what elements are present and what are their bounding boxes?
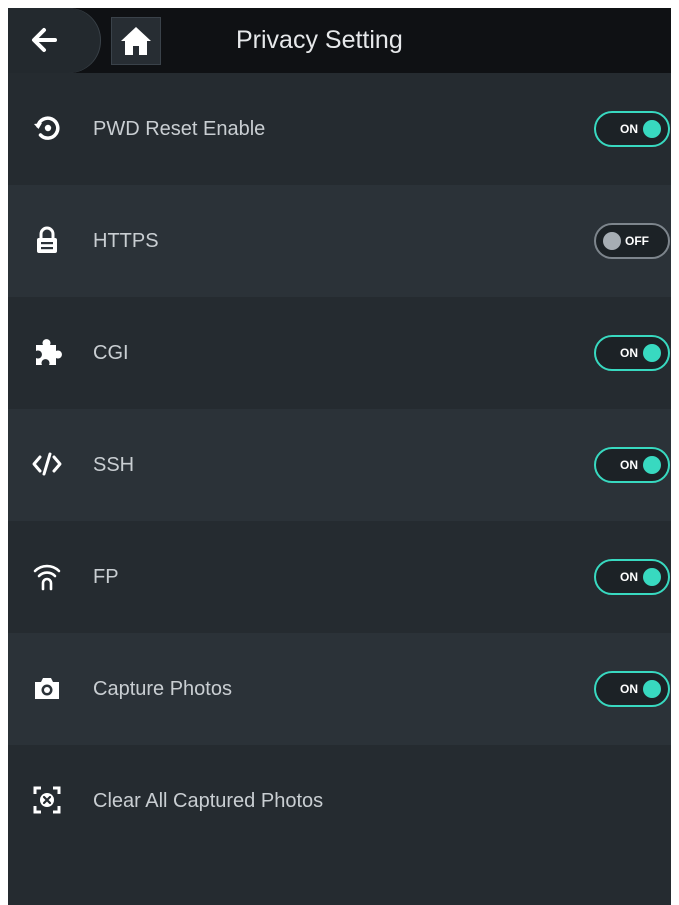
toggle-knob [643,344,661,362]
toggle-state-text: ON [620,122,638,136]
setting-row-ssh: SSH ON [8,409,671,521]
toggle-state-text: ON [620,682,638,696]
toggle-state-text: ON [620,570,638,584]
toggle-knob [603,232,621,250]
setting-row-https: HTTPS OFF [8,185,671,297]
setting-label: Capture Photos [93,678,232,700]
toggle-knob [643,680,661,698]
ssh-toggle[interactable]: ON [594,447,670,483]
home-icon [121,27,151,55]
password-reset-icon [34,116,60,140]
setting-row-fp: FP ON [8,521,671,633]
home-button[interactable] [111,17,161,65]
puzzle-icon [36,339,62,365]
setting-row-pwd-reset: PWD Reset Enable ON [8,73,671,185]
toggle-knob [643,120,661,138]
cgi-toggle[interactable]: ON [594,335,670,371]
setting-row-clear-photos[interactable]: Clear All Captured Photos [8,745,671,857]
setting-row-capture-photos: Capture Photos ON [8,633,671,745]
setting-label: PWD Reset Enable [93,118,266,140]
camera-icon [35,678,59,699]
capture-photos-toggle[interactable]: ON [594,671,670,707]
page-title: Privacy Setting [236,26,403,54]
setting-label: Clear All Captured Photos [93,790,324,812]
setting-label: FP [93,566,119,588]
header-bar: Privacy Setting [8,8,671,73]
clear-photos-icon [33,786,61,814]
back-button[interactable] [8,8,100,73]
privacy-setting-screen: Privacy Setting PWD Reset Enable ON HTTP… [8,8,671,905]
setting-row-cgi: CGI ON [8,297,671,409]
toggle-knob [643,456,661,474]
toggle-knob [643,568,661,586]
setting-label: CGI [93,342,129,364]
code-icon [32,452,62,476]
fp-toggle[interactable]: ON [594,559,670,595]
toggle-state-text: OFF [625,234,649,248]
setting-label: HTTPS [93,230,159,252]
toggle-state-text: ON [620,458,638,472]
arrow-left-icon [32,28,57,52]
pwd-reset-toggle[interactable]: ON [594,111,670,147]
fingerprint-wifi-icon [33,564,61,591]
setting-label: SSH [93,454,135,476]
https-toggle[interactable]: OFF [594,223,670,259]
toggle-state-text: ON [620,346,638,360]
settings-list: PWD Reset Enable ON HTTPS OFF CGI ON SSH… [8,73,671,857]
lock-icon [37,226,57,253]
